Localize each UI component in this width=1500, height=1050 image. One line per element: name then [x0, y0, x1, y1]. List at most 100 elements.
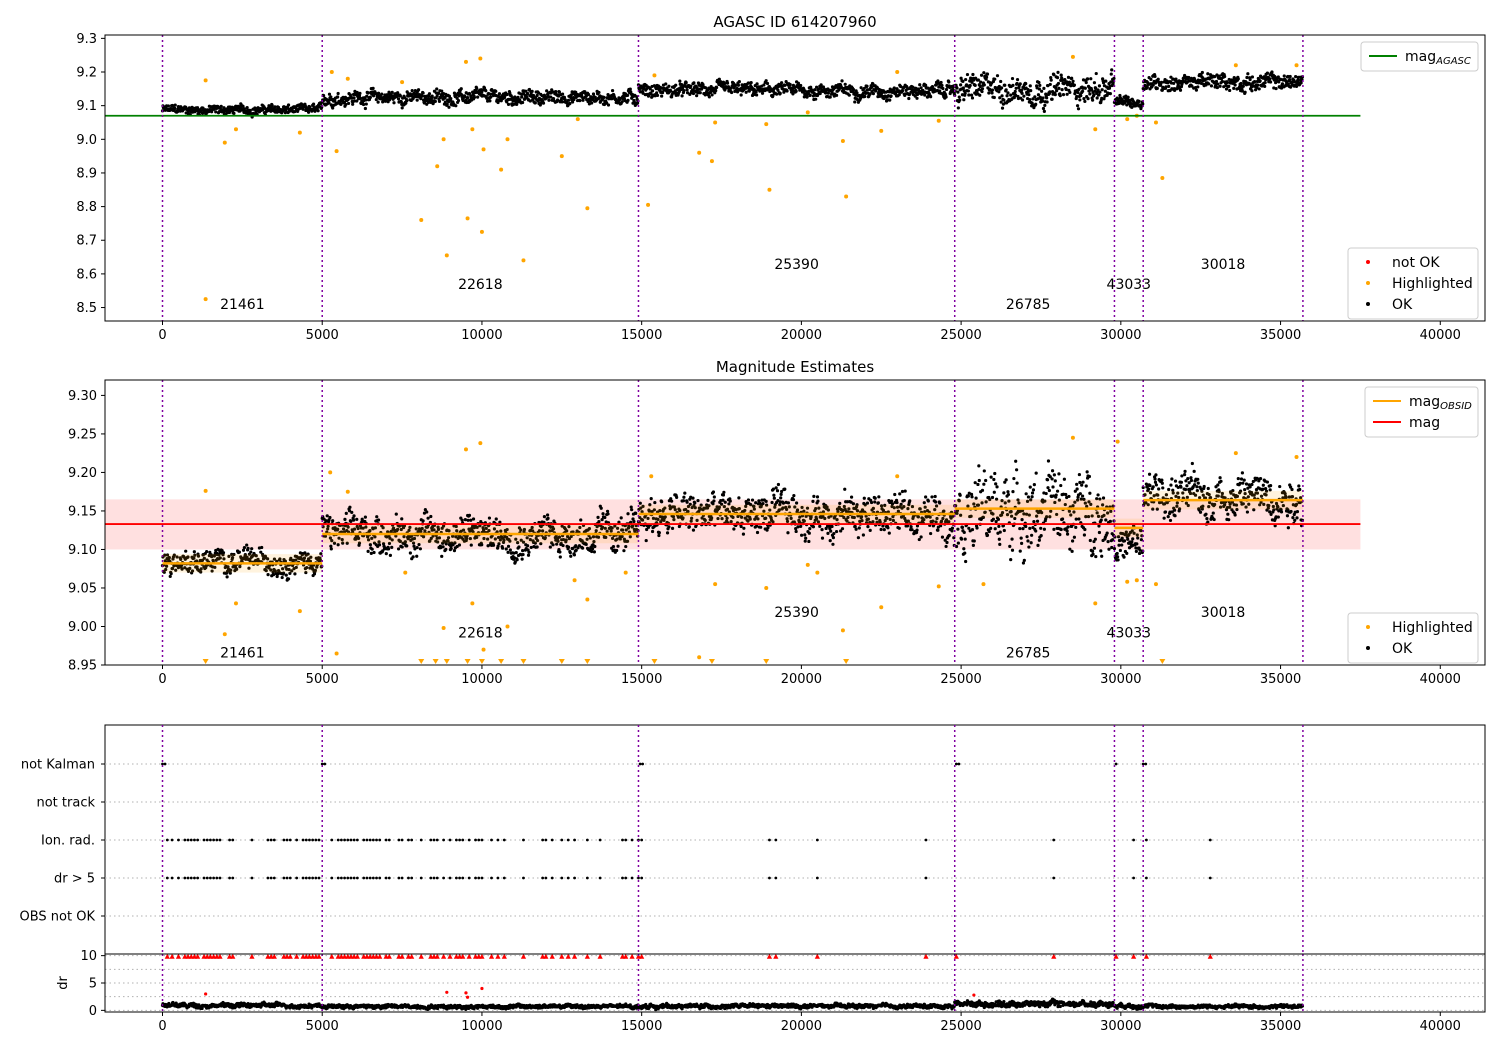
ok-point [1207, 82, 1211, 86]
ok-point [1256, 83, 1260, 87]
ok-point [861, 533, 865, 537]
ok-point [1058, 533, 1062, 537]
ok-point [1025, 535, 1029, 539]
ok-point [418, 547, 422, 551]
ok-point [909, 525, 913, 529]
ok-point [1014, 459, 1018, 463]
ok-point [1036, 543, 1040, 548]
ok-point [982, 469, 986, 473]
ok-point [1205, 517, 1209, 521]
ok-point [1075, 482, 1079, 486]
ok-point [968, 83, 972, 88]
ok-point [1067, 494, 1071, 499]
ok-point [626, 98, 630, 102]
ok-point [476, 95, 480, 99]
ok-point [405, 99, 409, 103]
ok-point [1183, 487, 1188, 492]
ok-point [997, 524, 1001, 529]
ok-point [1059, 527, 1063, 532]
ok-point [280, 575, 284, 580]
ok-point [1094, 71, 1098, 76]
ok-point [930, 495, 934, 499]
ok-point [449, 97, 453, 101]
ok-point [1044, 491, 1048, 496]
ok-point [1094, 554, 1098, 559]
ok-point [360, 517, 364, 521]
ok-point [343, 517, 347, 521]
ok-point [1066, 75, 1071, 79]
ok-point [869, 500, 874, 505]
ok-point [918, 83, 922, 87]
ok-point [974, 496, 978, 500]
ok-point [919, 535, 923, 539]
ok-point [990, 495, 995, 500]
y-tick-label: 9.0 [76, 133, 97, 148]
ok-point [1195, 485, 1199, 489]
ok-point [1055, 489, 1060, 493]
ok-point [396, 547, 401, 551]
ok-point [934, 500, 938, 504]
legend-agasc-label-subscript: AGASC [1435, 56, 1471, 67]
highlighted-point [1093, 127, 1098, 132]
ok-point [1148, 483, 1152, 488]
ok-point [457, 543, 462, 547]
ok-point [1048, 90, 1052, 94]
ok-point [427, 92, 432, 96]
highlighted-point [764, 122, 769, 127]
panel-agasc: AGASC ID 6142079602146122618253902678543… [76, 13, 1486, 343]
ok-point [950, 529, 954, 533]
ok-point [1045, 96, 1049, 100]
ok-point [558, 550, 562, 554]
ok-point [590, 547, 595, 551]
ok-point [1056, 70, 1060, 74]
ok-point [1100, 88, 1104, 92]
ok-point [1194, 88, 1199, 92]
obsid-label: 43033 [1107, 277, 1152, 293]
highlighted-point [400, 80, 405, 85]
ok-point [972, 539, 976, 543]
ok-point [754, 90, 758, 94]
ok-point [995, 485, 999, 489]
ok-point [1099, 549, 1103, 553]
ok-point [781, 501, 786, 505]
ok-point [1074, 525, 1078, 529]
ok-point [632, 519, 636, 524]
ok-point [1116, 558, 1120, 562]
ok-point [352, 96, 356, 100]
ok-point [944, 95, 948, 99]
ok-point [977, 464, 981, 468]
ok-point [506, 544, 511, 548]
ok-point [390, 90, 394, 94]
ok-point [344, 511, 348, 515]
highlighted-point [297, 130, 302, 135]
ok-point [394, 512, 398, 516]
ok-point [785, 89, 789, 93]
ok-point [445, 102, 449, 107]
ok-point [1024, 492, 1028, 496]
ok-point [907, 96, 911, 101]
ok-point [1046, 459, 1051, 463]
ok-point [545, 513, 550, 517]
ok-point [1240, 89, 1244, 93]
ok-point [780, 81, 784, 85]
ok-point [1173, 514, 1177, 518]
ok-point [728, 499, 732, 503]
ok-point [1055, 75, 1060, 80]
ok-point [1028, 526, 1032, 530]
ok-point [917, 537, 921, 542]
ok-point [1225, 80, 1229, 85]
ok-point [843, 82, 847, 86]
ok-point [838, 501, 842, 505]
ok-point [376, 518, 381, 522]
ok-point [903, 489, 907, 493]
ok-point [1288, 74, 1292, 79]
highlighted-point [1160, 176, 1165, 180]
ok-point [166, 104, 171, 108]
ok-point [855, 91, 859, 95]
ok-point [1135, 542, 1139, 546]
ok-point [964, 77, 968, 82]
ok-point [1091, 552, 1095, 556]
highlighted-point [1125, 117, 1130, 122]
ok-point [956, 541, 960, 545]
ok-point [1196, 481, 1200, 485]
